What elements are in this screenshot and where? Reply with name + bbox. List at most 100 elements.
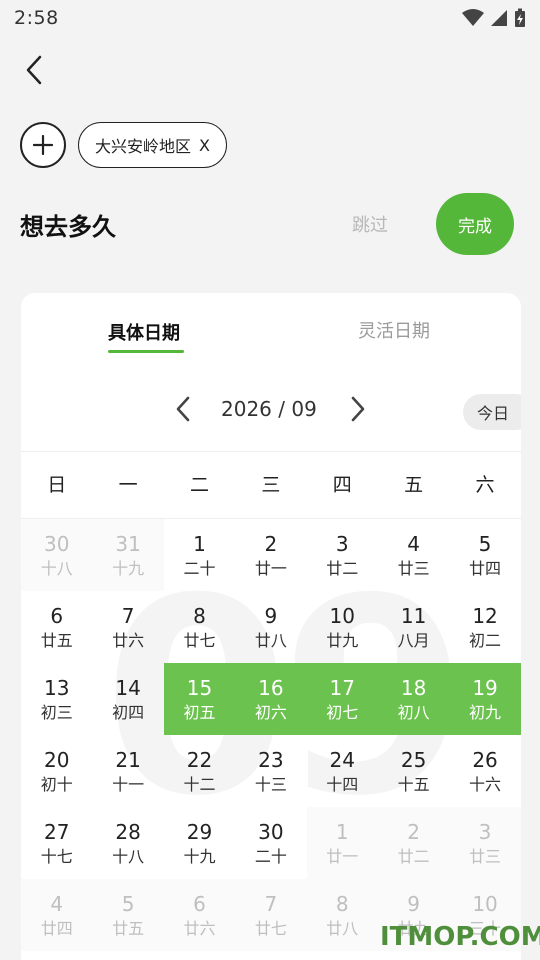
tab-flexible-dates[interactable]: 灵活日期 — [358, 317, 430, 343]
calendar-day[interactable]: 2 廿一 — [235, 519, 306, 591]
lunar-date: 二十 — [183, 558, 216, 578]
lunar-date: 十八 — [40, 558, 73, 578]
calendar-day[interactable]: 26 十六 — [449, 735, 520, 807]
day-number: 16 — [258, 675, 284, 700]
calendar-day[interactable]: 9 廿八 — [235, 591, 306, 663]
calendar-day[interactable]: 4 廿三 — [378, 519, 449, 591]
lunar-date: 廿一 — [326, 846, 359, 866]
day-number: 10 — [472, 891, 498, 916]
day-number: 20 — [43, 747, 70, 772]
calendar-day[interactable]: 1 二十 — [164, 519, 235, 591]
day-number: 12 — [472, 603, 498, 628]
calendar-week-row: 30 十八 31 十九 1 二十 2 廿一 3 廿二 4 廿三 5 廿四 — [21, 519, 521, 591]
day-number: 17 — [329, 675, 355, 700]
lunar-date: 十一 — [112, 774, 145, 794]
lunar-date: 廿五 — [40, 630, 73, 650]
lunar-date: 廿四 — [40, 918, 73, 938]
lunar-date: 廿三 — [469, 846, 502, 866]
calendar-day[interactable]: 11 八月 — [378, 591, 449, 663]
calendar-day[interactable]: 3 廿二 — [307, 519, 378, 591]
today-button[interactable]: 今日 — [463, 394, 521, 430]
day-number: 19 — [472, 675, 498, 700]
calendar-day-selected[interactable]: 19 初九 — [449, 663, 521, 735]
lunar-date: 八月 — [397, 630, 430, 650]
day-number: 30 — [258, 819, 284, 844]
day-number: 21 — [115, 747, 141, 772]
day-number: 25 — [400, 747, 427, 772]
destination-tag[interactable]: 大兴安岭地区 X — [78, 122, 227, 168]
lunar-date: 十五 — [397, 774, 430, 794]
lunar-date: 廿五 — [112, 918, 145, 938]
calendar-day[interactable]: 25 十五 — [378, 735, 449, 807]
calendar-day[interactable]: 13 初三 — [21, 663, 92, 735]
lunar-date: 初三 — [40, 702, 73, 722]
site-watermark: ITMOP.COM — [380, 922, 540, 952]
lunar-date: 十九 — [183, 846, 216, 866]
prev-month-button[interactable] — [171, 391, 195, 427]
calendar-week-row: 13 初三 14 初四 15 初五 16 初六 17 初七 18 初八 19 初九 — [21, 663, 521, 735]
next-month-button[interactable] — [346, 391, 370, 427]
calendar-day-selected[interactable]: 15 初五 — [163, 663, 236, 735]
lunar-date: 廿三 — [397, 558, 430, 578]
calendar-day[interactable]: 7 廿七 — [235, 879, 307, 951]
calendar-day[interactable]: 2 廿二 — [377, 807, 450, 879]
calendar-day[interactable]: 1 廿一 — [306, 807, 378, 879]
calendar-day-selected[interactable]: 17 初七 — [306, 663, 378, 735]
lunar-date: 初七 — [326, 702, 359, 722]
calendar-week-row: 6 廿五 7 廿六 8 廿七 9 廿八 10 廿九 11 八月 12 初二 — [21, 591, 521, 663]
lunar-date: 十九 — [112, 558, 145, 578]
day-number: 9 — [407, 891, 421, 916]
done-button[interactable]: 完成 — [436, 193, 514, 255]
calendar-day[interactable]: 29 十九 — [164, 807, 235, 879]
calendar-day-selected[interactable]: 18 初八 — [377, 663, 450, 735]
tab-specific-dates[interactable]: 具体日期 — [108, 319, 180, 345]
weekday-label: 五 — [404, 474, 424, 496]
calendar-day[interactable]: 5 廿四 — [449, 519, 520, 591]
calendar-day[interactable]: 24 十四 — [307, 735, 378, 807]
day-number: 3 — [335, 531, 349, 556]
calendar-day[interactable]: 23 十三 — [235, 735, 306, 807]
weekday-header: 日 一 二 三 四 五 六 — [21, 452, 521, 518]
calendar-day[interactable]: 8 廿八 — [306, 879, 378, 951]
calendar-day[interactable]: 6 廿五 — [21, 591, 92, 663]
calendar-day[interactable]: 14 初四 — [92, 663, 163, 735]
lunar-date: 十三 — [254, 774, 287, 794]
calendar-day[interactable]: 6 廿六 — [163, 879, 236, 951]
day-number: 23 — [258, 747, 284, 772]
calendar-day[interactable]: 5 廿五 — [92, 879, 164, 951]
calendar-day[interactable]: 22 十二 — [164, 735, 235, 807]
day-number: 15 — [186, 675, 213, 700]
calendar-day[interactable]: 10 廿九 — [307, 591, 378, 663]
calendar-day-selected[interactable]: 16 初六 — [235, 663, 307, 735]
day-number: 4 — [50, 891, 64, 916]
calendar-card: 具体日期 灵活日期 2026 / 09 今日 日 一 二 三 四 五 六 09 … — [21, 293, 521, 960]
lunar-date: 廿二 — [326, 558, 359, 578]
calendar-day[interactable]: 4 廿四 — [21, 879, 93, 951]
skip-button[interactable]: 跳过 — [352, 211, 388, 237]
day-number: 1 — [335, 819, 349, 844]
calendar-day[interactable]: 21 十一 — [92, 735, 163, 807]
day-number: 10 — [329, 603, 355, 628]
add-destination-button[interactable] — [20, 122, 66, 168]
date-mode-tabs: 具体日期 灵活日期 — [21, 293, 521, 363]
calendar-day[interactable]: 3 廿三 — [449, 807, 521, 879]
active-tab-indicator — [108, 350, 184, 353]
calendar-day[interactable]: 7 廿六 — [92, 591, 163, 663]
calendar-day[interactable]: 31 十九 — [92, 519, 164, 591]
lunar-date: 十二 — [183, 774, 216, 794]
calendar-day[interactable]: 8 廿七 — [164, 591, 235, 663]
lunar-date: 廿七 — [254, 918, 287, 938]
calendar-day[interactable]: 12 初二 — [449, 591, 520, 663]
day-number: 31 — [115, 531, 141, 556]
weekday-label: 四 — [332, 474, 352, 496]
lunar-date: 初四 — [112, 702, 145, 722]
day-number: 1 — [193, 531, 206, 556]
back-button[interactable] — [16, 50, 52, 90]
calendar-day[interactable]: 20 初十 — [21, 735, 92, 807]
calendar-day[interactable]: 27 十七 — [21, 807, 92, 879]
calendar-day[interactable]: 30 二十 — [235, 807, 306, 879]
calendar-day[interactable]: 28 十八 — [92, 807, 163, 879]
remove-tag-button[interactable]: X — [199, 136, 210, 155]
calendar-day[interactable]: 30 十八 — [21, 519, 93, 591]
lunar-date: 廿七 — [183, 630, 216, 650]
